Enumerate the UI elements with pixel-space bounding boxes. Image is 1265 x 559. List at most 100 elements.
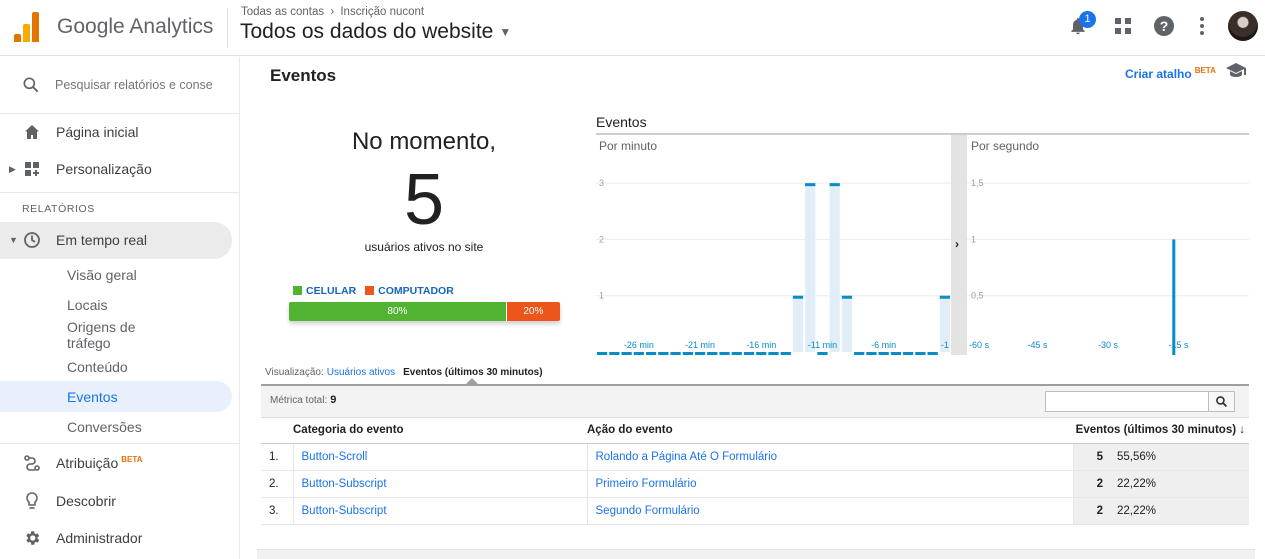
row-count: 2: [1072, 497, 1111, 525]
sidebar-divider: [0, 443, 240, 444]
gear-icon: [22, 528, 42, 548]
col-events-header[interactable]: Eventos (últimos 30 minutos) ↓: [1073, 418, 1249, 444]
active-users-count: 5: [403, 160, 445, 240]
bar-column: [841, 295, 853, 352]
y-tick-label: 0,5: [971, 291, 984, 301]
bar-cap: [805, 183, 816, 187]
create-shortcut-link[interactable]: Criar atalho BETA: [1125, 66, 1216, 81]
account-avatar[interactable]: [1228, 11, 1258, 41]
x-tick-label: -21 min: [685, 340, 715, 350]
nav-overview[interactable]: Visão geral: [67, 267, 137, 283]
app-name[interactable]: Google Analytics: [57, 15, 213, 39]
bar-baseline: [694, 352, 706, 355]
bar-column: [1172, 239, 1176, 355]
nav-discover[interactable]: Descobrir: [0, 483, 232, 519]
search-input[interactable]: [55, 74, 220, 96]
chart-top-line: [596, 133, 1249, 135]
viz-option-active-users[interactable]: Usuários ativos: [327, 367, 395, 378]
category-link[interactable]: Button-Subscript: [302, 478, 387, 490]
row-count: 2: [1072, 470, 1111, 498]
sort-arrow-icon[interactable]: ↓: [1239, 424, 1245, 436]
x-tick-label: -11 min: [808, 340, 837, 350]
row-index: 3.: [261, 497, 293, 525]
expand-chart-arrow-icon[interactable]: ›: [955, 237, 959, 251]
col-category-header[interactable]: Categoria do evento: [293, 418, 587, 444]
row-category: Button-Subscript: [292, 497, 587, 525]
breadcrumb-separator: ›: [330, 6, 335, 18]
chart-separator[interactable]: [951, 135, 967, 355]
action-link[interactable]: Rolando a Página Até O Formulário: [596, 451, 778, 463]
breadcrumb-property[interactable]: Inscrição nucont: [340, 6, 424, 18]
col-action-header[interactable]: Ação do evento: [587, 418, 1073, 444]
apps-grid-icon[interactable]: [1111, 14, 1135, 38]
row-index: 1.: [261, 443, 293, 471]
table-search-button[interactable]: [1208, 391, 1235, 412]
shortcut-beta-badge: BETA: [1194, 66, 1216, 75]
sidebar: Página inicial ▶ Personalização RELATÓRI…: [0, 57, 240, 559]
home-icon: [22, 122, 42, 142]
nav-traffic-sources[interactable]: Origens de tráfego: [67, 319, 177, 351]
bar-baseline: [645, 352, 657, 355]
graduation-cap-icon[interactable]: [1226, 62, 1246, 78]
legend-mobile-label: CELULAR: [306, 285, 357, 297]
expand-arrow-icon: ▶: [9, 163, 16, 174]
bar-baseline: [731, 352, 742, 355]
more-vert-icon[interactable]: [1190, 14, 1214, 38]
nav-customization[interactable]: ▶ Personalização: [0, 151, 232, 187]
chevron-down-icon: ▼: [499, 25, 512, 39]
nav-discover-label: Descobrir: [56, 493, 116, 509]
analytics-logo-icon[interactable]: [14, 12, 40, 42]
legend-desktop: COMPUTADOR: [365, 285, 454, 297]
device-share-bar: 80% 20%: [289, 302, 560, 321]
per-second-chart: 0,5 1 1,5 -60 s -45 s -30 s -15 s: [967, 178, 1249, 355]
breadcrumb[interactable]: Todas as contas › Inscrição nucont: [241, 6, 424, 18]
bar-baseline: [670, 352, 681, 355]
row-category: Button-Scroll: [292, 443, 587, 471]
action-link[interactable]: Segundo Formulário: [596, 505, 700, 517]
y-tick-label: 3: [599, 178, 604, 188]
view-name: Todos os dados do website: [240, 20, 494, 43]
nav-admin-label: Administrador: [56, 530, 143, 546]
bar-baseline: [597, 352, 608, 355]
bar-baseline: [854, 352, 865, 355]
sidebar-search[interactable]: [0, 65, 240, 105]
nav-realtime[interactable]: ▼ Em tempo real: [0, 222, 232, 258]
nav-home[interactable]: Página inicial: [0, 114, 232, 150]
active-users-label: usuários ativos no site: [364, 240, 484, 254]
notification-count-badge[interactable]: 1: [1079, 11, 1096, 28]
viz-option-events[interactable]: Eventos (últimos 30 minutos): [403, 367, 542, 378]
col-index-header: [261, 418, 293, 444]
search-icon: [1216, 396, 1228, 408]
header-divider: [227, 8, 228, 48]
nav-admin[interactable]: Administrador: [0, 520, 232, 556]
breadcrumb-account[interactable]: Todas as contas: [241, 6, 324, 18]
action-link[interactable]: Primeiro Formulário: [596, 478, 697, 490]
visualization-selector: Visualização: Usuários ativos Eventos (últ…: [265, 367, 543, 378]
footer-bar: [257, 549, 1255, 559]
table-row: 3. Button-Subscript Segundo Formulário 2…: [261, 497, 1249, 525]
help-icon[interactable]: ?: [1152, 14, 1176, 38]
bar-baseline: [890, 352, 902, 355]
collapse-arrow-icon: ▼: [9, 235, 18, 245]
nav-events[interactable]: Eventos: [67, 389, 118, 405]
nav-content[interactable]: Conteúdo: [67, 359, 128, 375]
row-percent: 22,22%: [1111, 497, 1249, 525]
x-tick-label: -45 s: [1027, 340, 1048, 350]
view-selector[interactable]: Todos os dados do website ▼: [240, 20, 511, 44]
bar-baseline: [903, 352, 914, 355]
bar-cap: [792, 295, 804, 299]
category-link[interactable]: Button-Scroll: [302, 451, 368, 463]
nav-locations[interactable]: Locais: [67, 297, 107, 313]
category-link[interactable]: Button-Subscript: [302, 505, 387, 517]
bar-baseline: [866, 352, 877, 355]
nav-conversions[interactable]: Conversões: [67, 419, 142, 435]
row-action: Rolando a Página Até O Formulário: [586, 443, 1073, 471]
nav-attribution[interactable]: Atribuição BETA: [0, 445, 232, 481]
mobile-share-segment: 80%: [289, 302, 506, 321]
table-search-input[interactable]: [1045, 391, 1235, 412]
attribution-text: Atribuição: [56, 455, 119, 471]
x-tick-label: -1: [941, 340, 949, 350]
metric-total-value: 9: [330, 394, 337, 406]
bar-baseline: [658, 352, 669, 355]
x-tick-label: -60 s: [969, 340, 990, 350]
